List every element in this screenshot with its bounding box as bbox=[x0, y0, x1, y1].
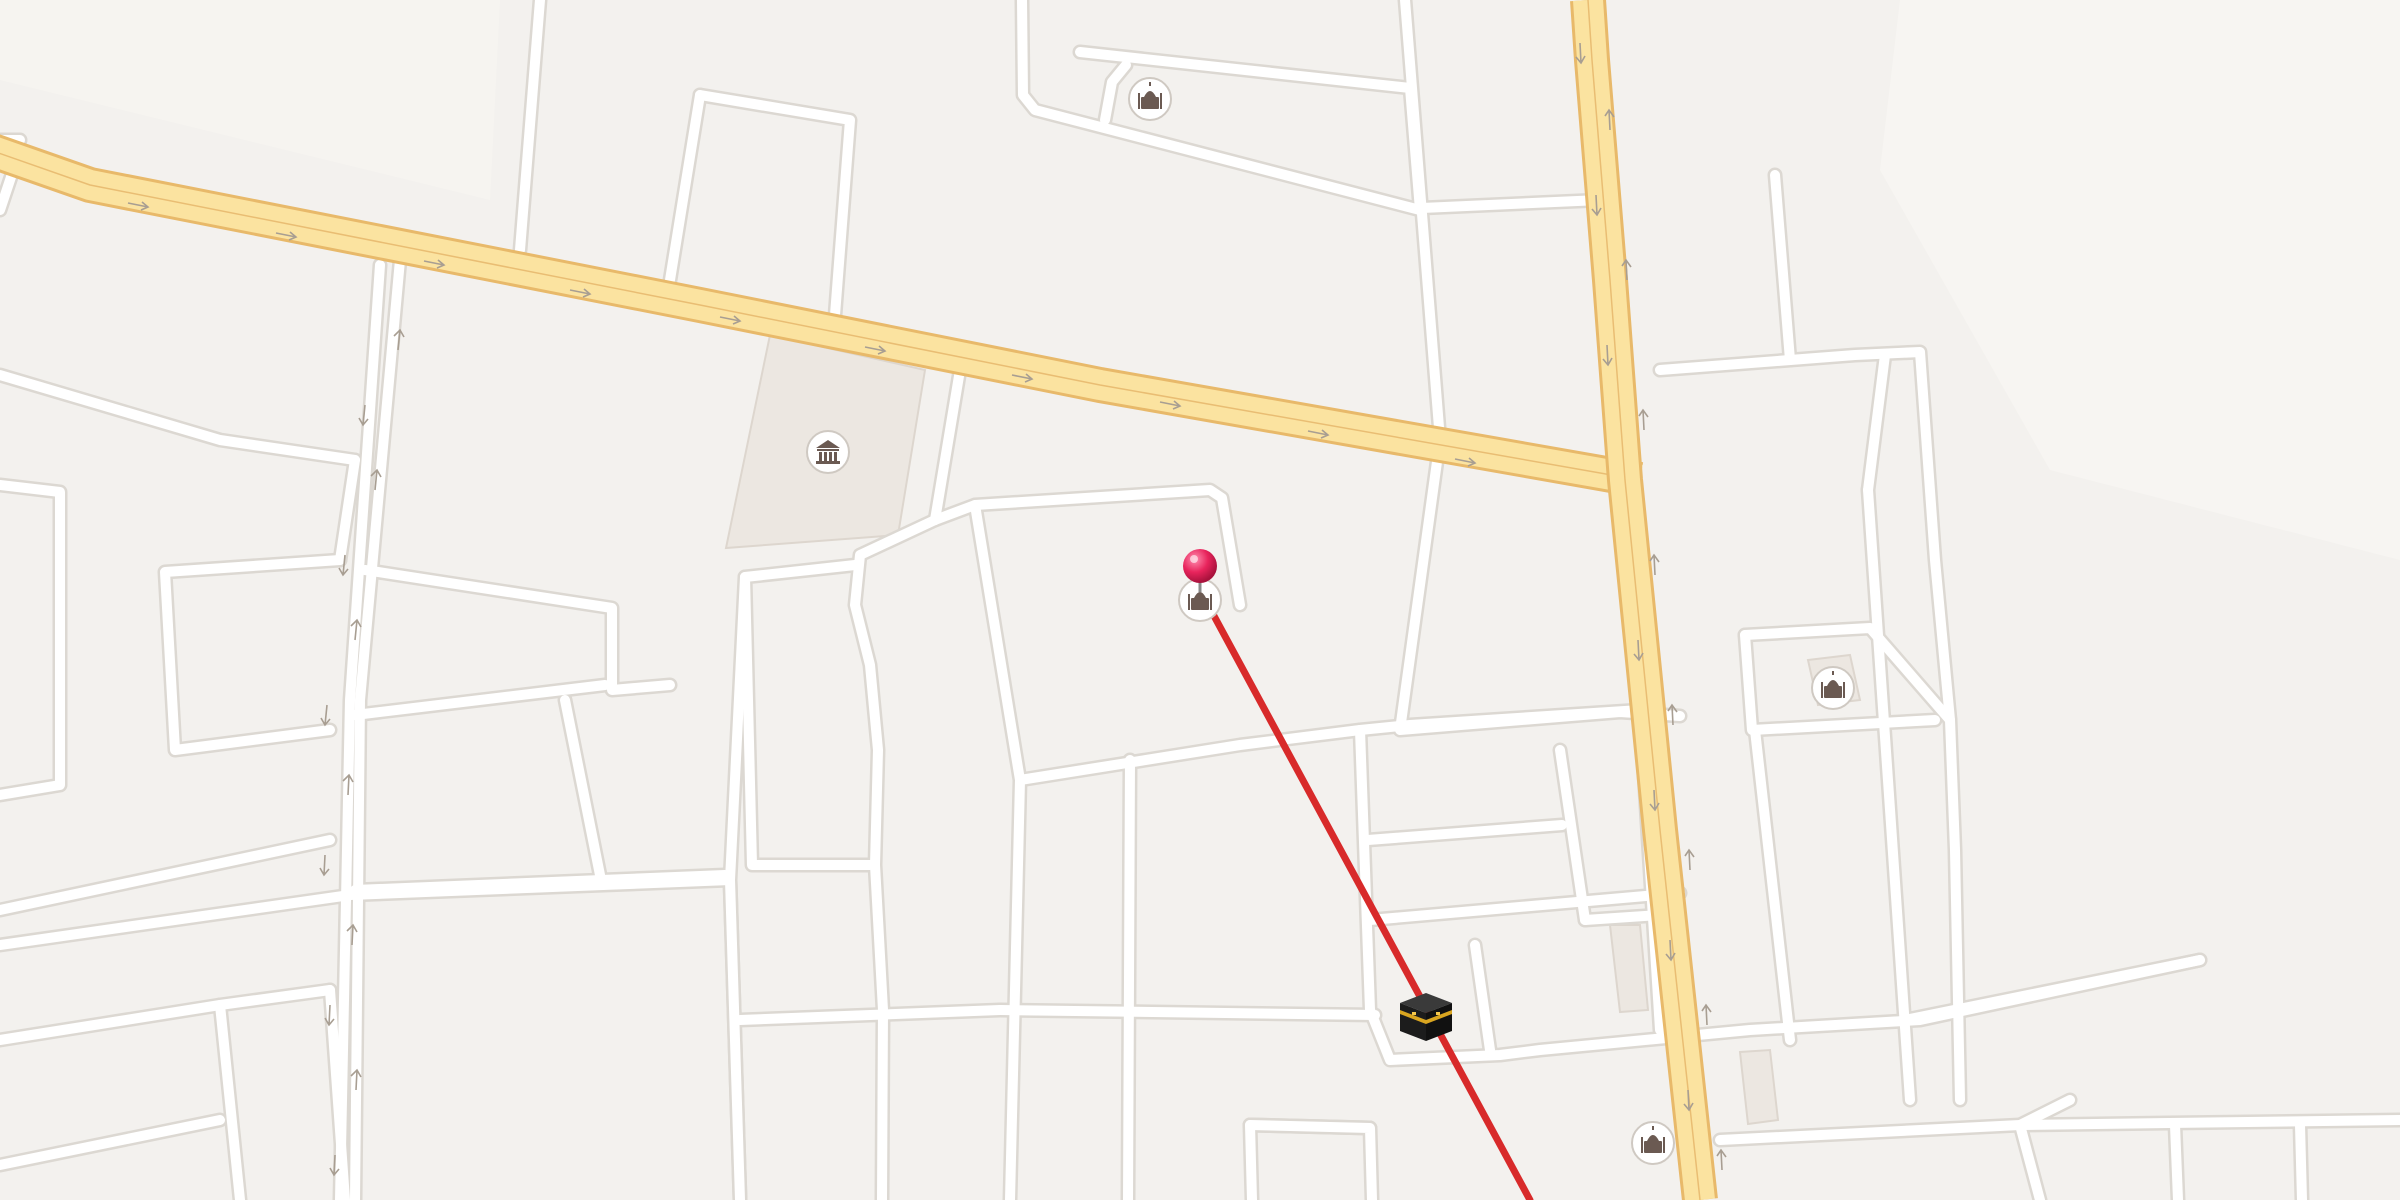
map-pin-icon bbox=[1183, 549, 1217, 583]
poi-mosque[interactable] bbox=[1128, 77, 1172, 121]
map-canvas[interactable] bbox=[0, 0, 2400, 1200]
street-map[interactable] bbox=[0, 0, 2400, 1200]
poi-mosque[interactable] bbox=[1631, 1121, 1675, 1165]
kaaba-marker[interactable] bbox=[1400, 993, 1452, 1041]
poi-museum[interactable] bbox=[806, 430, 850, 474]
kaaba-icon bbox=[1400, 993, 1452, 1041]
poi-mosque[interactable] bbox=[1811, 666, 1855, 710]
